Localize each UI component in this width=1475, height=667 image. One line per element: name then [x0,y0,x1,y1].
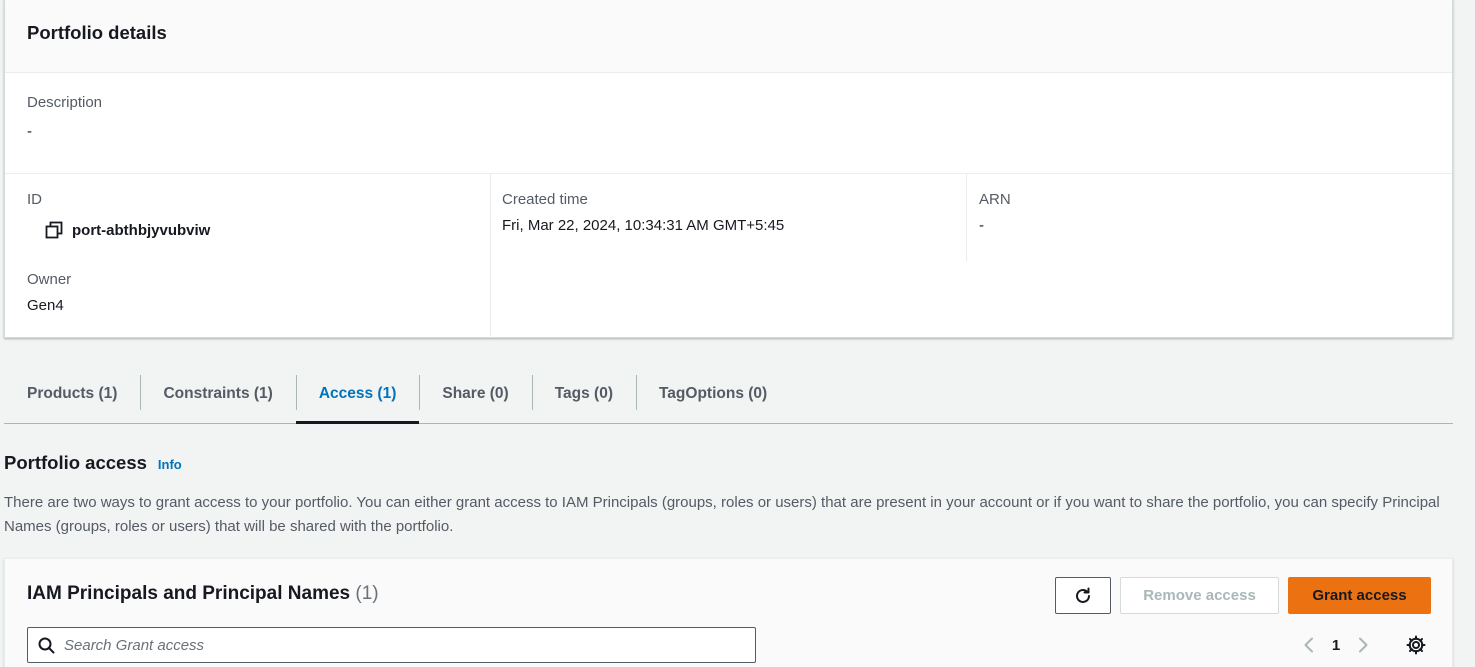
tab-access[interactable]: Access (1) [295,365,420,424]
chevron-right-icon [1359,637,1368,653]
tab-products[interactable]: Products (1) [4,365,140,423]
principals-table-title: IAM Principals and Principal Names (1) [27,583,379,605]
details-column-created: Created time Fri, Mar 22, 2024, 10:34:31… [491,174,966,338]
chevron-left-icon [1304,637,1313,653]
previous-page-button[interactable] [1297,633,1321,657]
tab-tagoptions[interactable]: TagOptions (0) [635,365,790,423]
info-link[interactable]: Info [158,457,182,472]
principals-count: (1) [355,583,379,604]
arn-label: ARN [979,191,1011,208]
search-field[interactable] [27,627,756,663]
remove-access-button[interactable]: Remove access [1120,577,1279,614]
portfolio-id: port-abthbjyvubviw [72,221,211,239]
portfolio-tabs: Products (1) Constraints (1) Access (1) … [4,365,1453,424]
details-column-arn: ARN - [966,174,1454,261]
tab-tags[interactable]: Tags (0) [531,365,636,423]
owner-label: Owner [27,271,72,288]
search-icon [38,637,55,653]
created-time-value: Fri, Mar 22, 2024, 10:34:31 AM GMT+5:45 [502,217,785,234]
tab-constraints[interactable]: Constraints (1) [140,365,295,423]
principals-table-header: IAM Principals and Principal Names (1) R… [5,559,1452,667]
portfolio-access-description: There are two ways to grant access to yo… [4,494,1440,535]
gear-icon[interactable] [1405,634,1427,656]
next-page-button[interactable] [1351,633,1375,657]
copy-icon[interactable] [45,221,63,239]
page-number[interactable]: 1 [1321,637,1351,654]
owner-value: Gen4 [27,297,64,314]
created-time-label: Created time [502,191,588,208]
pagination: 1 [1297,633,1375,657]
refresh-icon [1076,587,1090,603]
owner-block: Owner Gen4 [27,271,468,314]
id-value-row: port-abthbjyvubviw [45,221,468,239]
portfolio-access-heading: Portfolio access Info [4,452,182,474]
portfolio-details-card: Portfolio details Description - ID port-… [4,0,1453,338]
details-column-id-owner: ID port-abthbjyvubviw Owner Gen4 [5,174,491,338]
details-grid: ID port-abthbjyvubviw Owner Gen4 Created… [5,174,1452,338]
grant-access-button[interactable]: Grant access [1288,577,1431,614]
description-section: Description - [5,73,1452,174]
principals-table-card: IAM Principals and Principal Names (1) R… [4,558,1453,667]
portfolio-access-title: Portfolio access [4,452,147,473]
description-label: Description [27,94,103,111]
description-value: - [27,123,32,140]
search-input[interactable] [64,636,755,654]
id-label: ID [27,191,42,208]
refresh-button[interactable] [1055,577,1111,614]
portfolio-details-header: Portfolio details [5,0,1452,73]
tab-share[interactable]: Share (0) [419,365,531,423]
portfolio-details-title: Portfolio details [27,22,167,43]
principals-table-title-text: IAM Principals and Principal Names [27,583,351,604]
arn-value: - [979,217,984,234]
